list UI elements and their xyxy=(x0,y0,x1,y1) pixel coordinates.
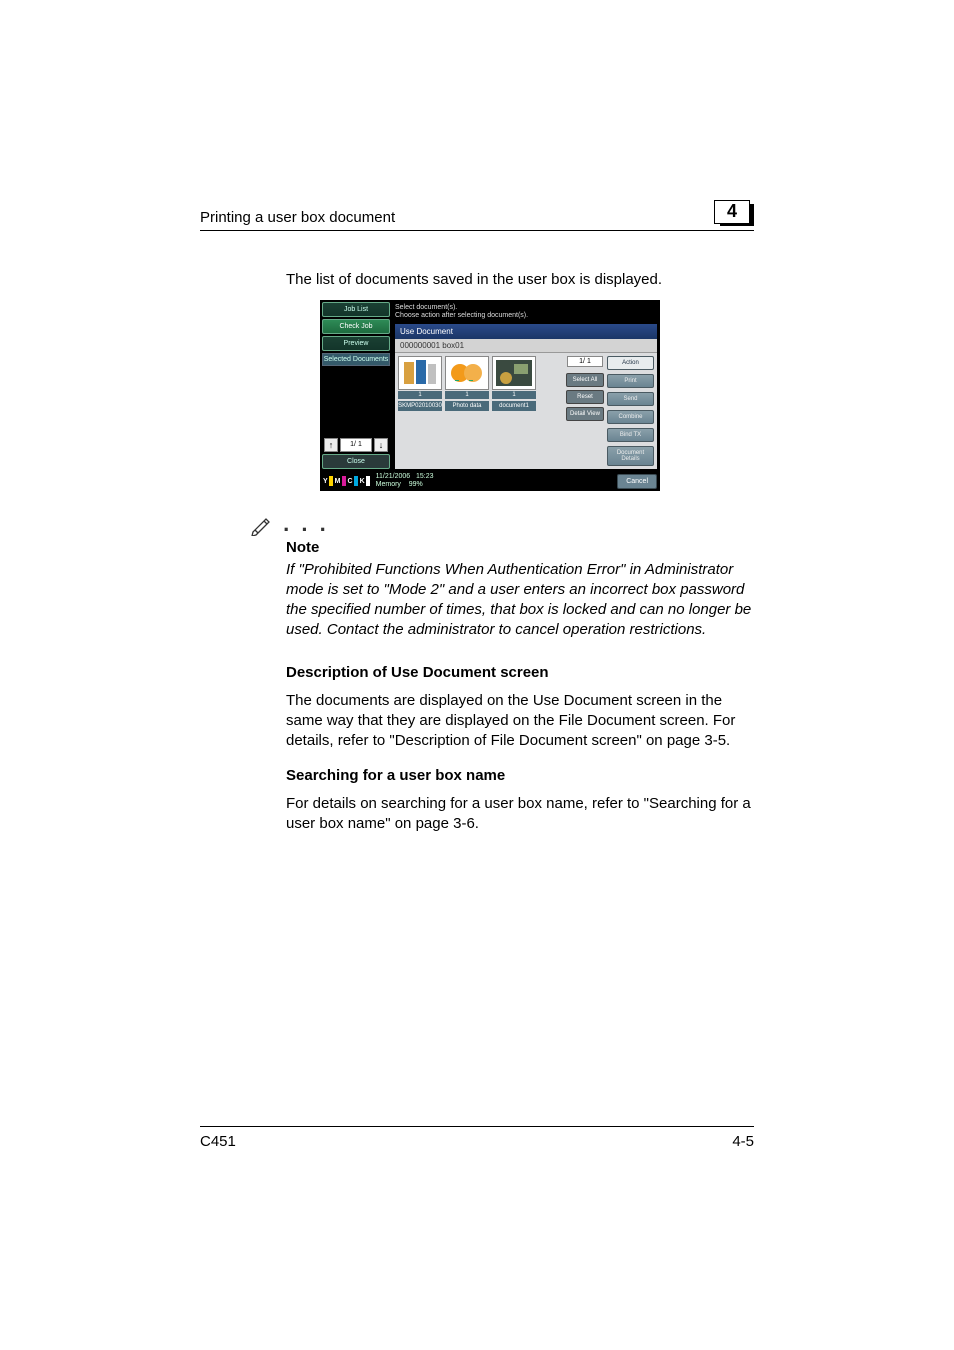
thumb-label: SKMP02010030 xyxy=(398,401,442,411)
detail-view-button[interactable]: Detail View xyxy=(566,407,604,421)
cancel-button[interactable]: Cancel xyxy=(617,474,657,489)
instruction-line1: Select document(s). xyxy=(395,304,457,311)
device-status: 11/21/2006 15:23 Memory 99% xyxy=(376,473,434,489)
toner-k-icon: K xyxy=(360,476,370,486)
toner-m-icon: M xyxy=(335,476,346,486)
thumb-label: Photo data xyxy=(445,401,489,411)
preview-button[interactable]: Preview xyxy=(322,336,390,351)
document-thumb[interactable]: 1 document1 xyxy=(492,356,536,421)
footer-model: C451 xyxy=(200,1133,236,1150)
print-action-button[interactable]: Print xyxy=(607,374,654,388)
device-memory-pct: 99% xyxy=(409,481,423,488)
close-button[interactable]: Close xyxy=(322,454,390,469)
box-id-bar: 000000001 box01 xyxy=(395,339,657,353)
page-down-button[interactable]: ↓ xyxy=(374,438,388,452)
header-title: Printing a user box document xyxy=(200,209,395,226)
thumb-badge: 1 xyxy=(492,391,536,399)
page-indicator: 1/ 1 xyxy=(340,438,372,452)
toner-indicator: Y M C K xyxy=(323,476,370,486)
device-time: 15:23 xyxy=(416,473,434,480)
thumb-badge: 1 xyxy=(398,391,442,399)
device-date: 11/21/2006 xyxy=(376,473,411,480)
document-thumb[interactable]: 1 SKMP02010030 xyxy=(398,356,442,421)
chapter-number: 4 xyxy=(714,200,750,224)
left-pager: ↑ 1/ 1 ↓ xyxy=(322,438,390,452)
use-document-bar: Use Document xyxy=(395,324,657,339)
doc-details-action-button[interactable]: Document Details xyxy=(607,446,654,466)
thumb-badge: 1 xyxy=(445,391,489,399)
instruction-line2: Choose action after selecting document(s… xyxy=(395,312,528,319)
device-memory-label: Memory xyxy=(376,481,401,488)
footer-page: 4-5 xyxy=(732,1133,754,1150)
intro-text: The list of documents saved in the user … xyxy=(286,271,754,288)
document-thumb[interactable]: 1 Photo data xyxy=(445,356,489,421)
page-header: Printing a user box document 4 xyxy=(200,200,754,231)
desc-paragraph: The documents are displayed on the Use D… xyxy=(286,691,754,751)
instruction-text: Select document(s). Choose action after … xyxy=(395,302,657,324)
note-icon: . . . xyxy=(250,511,754,537)
page-up-button[interactable]: ↑ xyxy=(324,438,338,452)
combine-action-button[interactable]: Combine xyxy=(607,410,654,424)
search-paragraph: For details on searching for a user box … xyxy=(286,794,754,834)
desc-heading: Description of Use Document screen xyxy=(286,664,754,681)
select-all-button[interactable]: Select All xyxy=(566,373,604,387)
page-footer: C451 4-5 xyxy=(200,1126,754,1150)
chapter-badge: 4 xyxy=(714,200,754,226)
send-action-button[interactable]: Send xyxy=(607,392,654,406)
thumb-page-indicator: 1/ 1 xyxy=(567,356,603,367)
toner-c-icon: C xyxy=(348,476,358,486)
bind-tx-action-button[interactable]: Bind TX xyxy=(607,428,654,442)
note-body: If "Prohibited Functions When Authentica… xyxy=(286,560,754,640)
job-list-button[interactable]: Job List xyxy=(322,302,390,317)
action-header: Action xyxy=(607,356,654,370)
reset-button[interactable]: Reset xyxy=(566,390,604,404)
toner-y-icon: Y xyxy=(323,476,333,486)
search-heading: Searching for a user box name xyxy=(286,767,754,784)
selected-documents-tab[interactable]: Selected Documents xyxy=(322,353,390,366)
check-job-button[interactable]: Check Job xyxy=(322,319,390,334)
device-screenshot: Job List Check Job Preview Selected Docu… xyxy=(320,300,660,491)
thumb-label: document1 xyxy=(492,401,536,411)
note-label: Note xyxy=(286,539,754,556)
